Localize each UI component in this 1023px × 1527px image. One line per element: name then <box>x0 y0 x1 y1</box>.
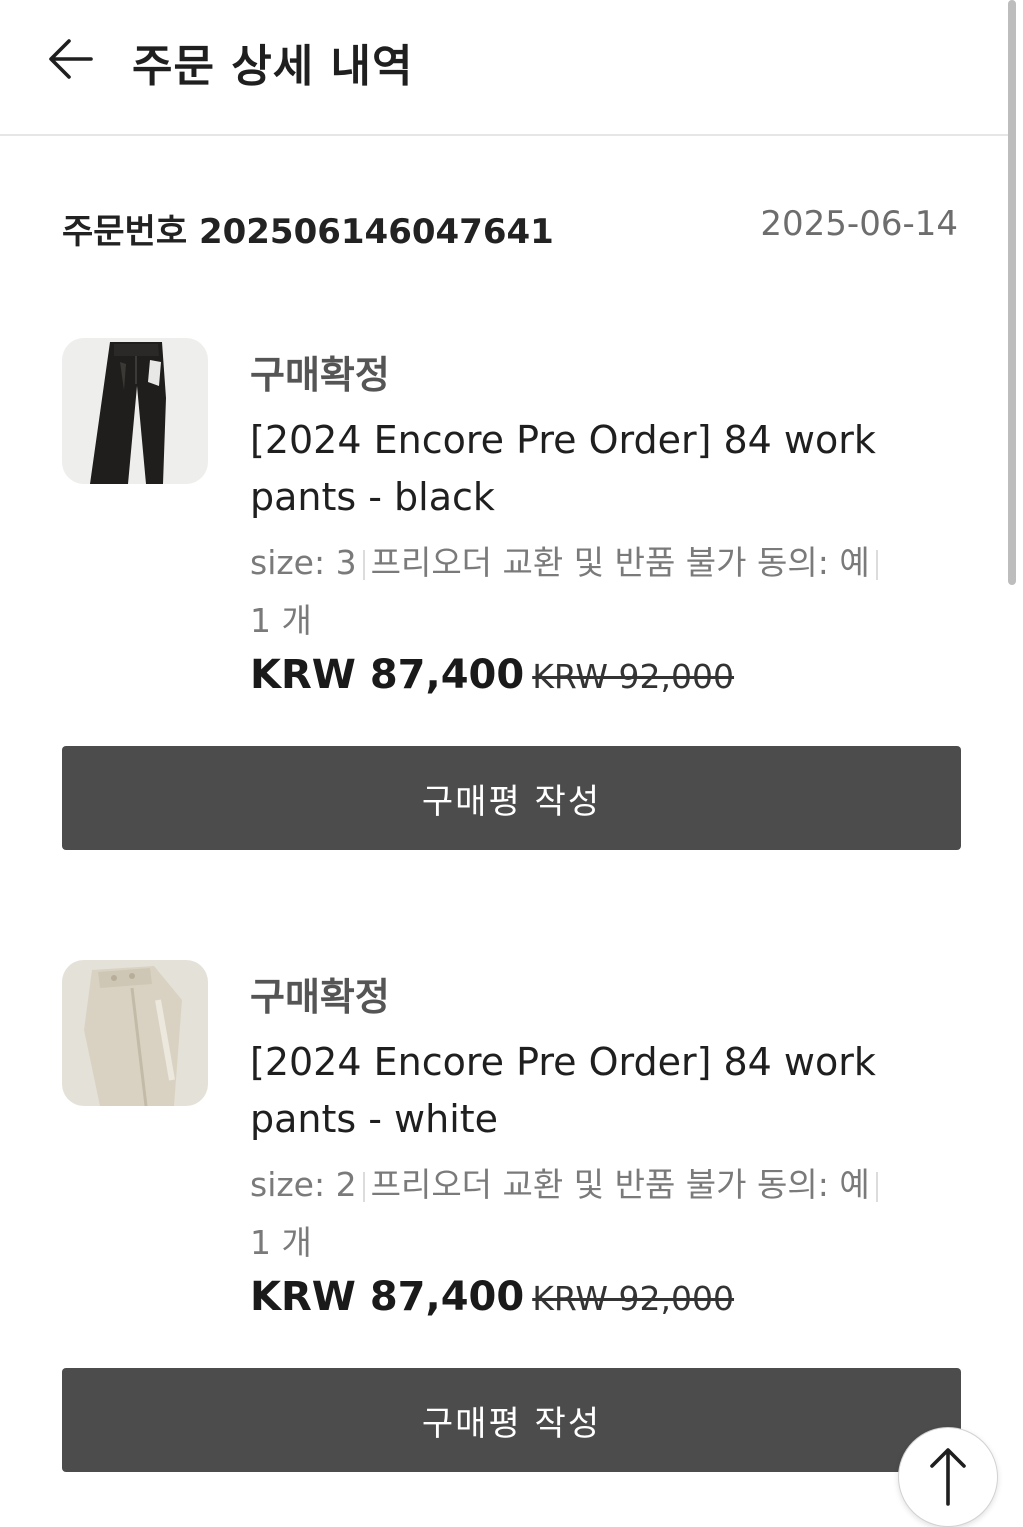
scroll-to-top-button[interactable] <box>898 1427 998 1527</box>
option-divider <box>362 1171 365 1202</box>
order-number: 주문번호 202506146047641 <box>62 212 554 252</box>
write-review-button[interactable]: 구매평 작성 <box>62 746 961 850</box>
price-row: KRW 87,400 KRW 92,000 <box>250 1274 734 1320</box>
option-divider <box>875 1171 878 1202</box>
product-options: size: 2 프리오더 교환 및 반품 불가 동의: 예 1 개 <box>250 1156 940 1272</box>
order-date: 2025-06-14 <box>760 204 958 244</box>
option-preorder-agreement: 프리오더 교환 및 반품 불가 동의: 예 <box>370 1165 870 1204</box>
product-thumbnail[interactable] <box>62 338 208 484</box>
price-row: KRW 87,400 KRW 92,000 <box>250 652 734 698</box>
scrollbar[interactable] <box>1008 0 1016 585</box>
original-price: KRW 92,000 <box>532 657 735 696</box>
page-title: 주문 상세 내역 <box>132 41 414 92</box>
option-divider <box>875 549 878 580</box>
option-size: size: 2 <box>250 1165 357 1204</box>
option-divider <box>362 549 365 580</box>
original-price: KRW 92,000 <box>532 1279 735 1318</box>
top-header: 주문 상세 내역 <box>0 0 1008 136</box>
option-quantity: 1 개 <box>250 1223 312 1262</box>
sale-price: KRW 87,400 <box>250 652 525 698</box>
write-review-button[interactable]: 구매평 작성 <box>62 1368 961 1472</box>
product-name[interactable]: [2024 Encore Pre Order] 84 work pants - … <box>250 1034 940 1148</box>
purchase-status: 구매확정 <box>250 353 390 397</box>
option-preorder-agreement: 프리오더 교환 및 반품 불가 동의: 예 <box>370 543 870 582</box>
purchase-status: 구매확정 <box>250 975 390 1019</box>
order-meta: 주문번호 202506146047641 2025-06-14 <box>62 204 958 252</box>
product-name[interactable]: [2024 Encore Pre Order] 84 work pants - … <box>250 412 940 526</box>
product-options: size: 3 프리오더 교환 및 반품 불가 동의: 예 1 개 <box>250 534 940 650</box>
arrow-left-icon <box>49 39 93 79</box>
product-thumbnail[interactable] <box>62 960 208 1106</box>
back-button[interactable] <box>44 34 96 84</box>
arrow-up-icon <box>930 1448 966 1506</box>
option-quantity: 1 개 <box>250 601 312 640</box>
option-size: size: 3 <box>250 543 357 582</box>
sale-price: KRW 87,400 <box>250 1274 525 1320</box>
